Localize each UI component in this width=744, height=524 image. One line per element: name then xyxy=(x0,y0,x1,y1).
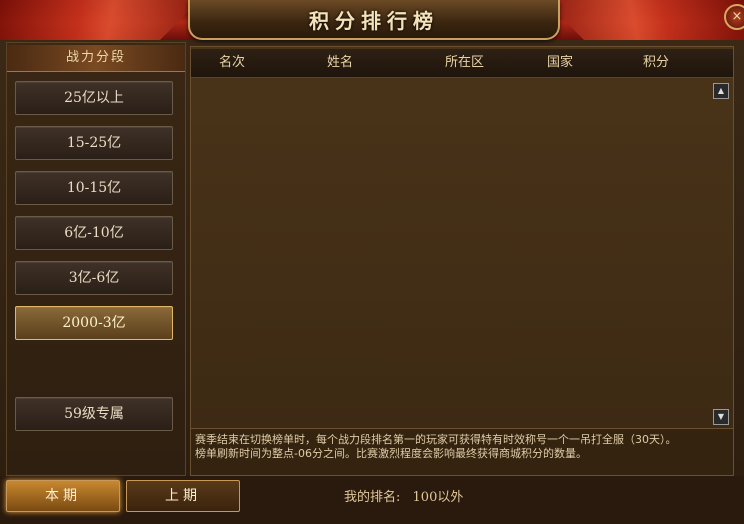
title-ornament-right xyxy=(544,0,744,40)
tier-button-6-10e[interactable]: 6亿-10亿 xyxy=(15,216,173,250)
column-points: 积分 xyxy=(643,55,670,70)
notice-box: 赛季结束在切换榜单时，每个战力段排名第一的玩家可获得特有时效称号一个一吊打全服（… xyxy=(190,428,734,476)
my-rank: 我的排名: 100以外 xyxy=(344,486,463,505)
tier-button-2000-3e[interactable]: 2000-3亿 xyxy=(15,306,173,340)
notice-line-2: 榜单刷新时间为整点-06分之间。比赛激烈程度会影响最终获得商城积分的数量。 xyxy=(195,447,587,460)
current-period-button[interactable]: 本期 xyxy=(6,480,120,512)
scroll-down-icon[interactable]: ▼ xyxy=(713,409,729,425)
title-ornament-left xyxy=(0,0,200,40)
tier-button-3-6e[interactable]: 3亿-6亿 xyxy=(15,261,173,295)
window-title: 积分排行榜 xyxy=(309,8,439,33)
column-server: 所在区 xyxy=(445,55,485,70)
bottom-bar: 本期 上期 我的排名: 100以外 xyxy=(0,476,744,524)
previous-period-button[interactable]: 上期 xyxy=(126,480,240,512)
tier-button-level-59[interactable]: 59级专属 xyxy=(15,397,173,431)
tier-button-15-25e[interactable]: 15-25亿 xyxy=(15,126,173,160)
title-bar: 积分排行榜 × xyxy=(0,0,744,40)
close-icon[interactable]: × xyxy=(724,4,744,30)
my-rank-label: 我的排名: xyxy=(344,490,401,505)
ranking-table: 名次 姓名 所在区 国家 积分 ▲ ▼ xyxy=(190,46,734,430)
leaderboard-window: 积分排行榜 × 战力分段 25亿以上 15-25亿 10-15亿 6亿-10亿 … xyxy=(0,0,744,524)
tier-button-25e-plus[interactable]: 25亿以上 xyxy=(15,81,173,115)
column-country: 国家 xyxy=(547,55,574,70)
column-name: 姓名 xyxy=(327,55,354,70)
scroll-up-icon[interactable]: ▲ xyxy=(713,83,729,99)
my-rank-value: 100以外 xyxy=(412,490,464,505)
table-header: 名次 姓名 所在区 国家 积分 xyxy=(191,49,733,78)
notice-line-1: 赛季结束在切换榜单时，每个战力段排名第一的玩家可获得特有时效称号一个一吊打全服（… xyxy=(195,433,677,446)
column-rank: 名次 xyxy=(219,55,246,70)
tier-panel: 战力分段 25亿以上 15-25亿 10-15亿 6亿-10亿 3亿-6亿 20… xyxy=(6,42,186,476)
tier-panel-header: 战力分段 xyxy=(7,45,185,72)
tier-button-10-15e[interactable]: 10-15亿 xyxy=(15,171,173,205)
title-plate: 积分排行榜 xyxy=(188,0,560,40)
